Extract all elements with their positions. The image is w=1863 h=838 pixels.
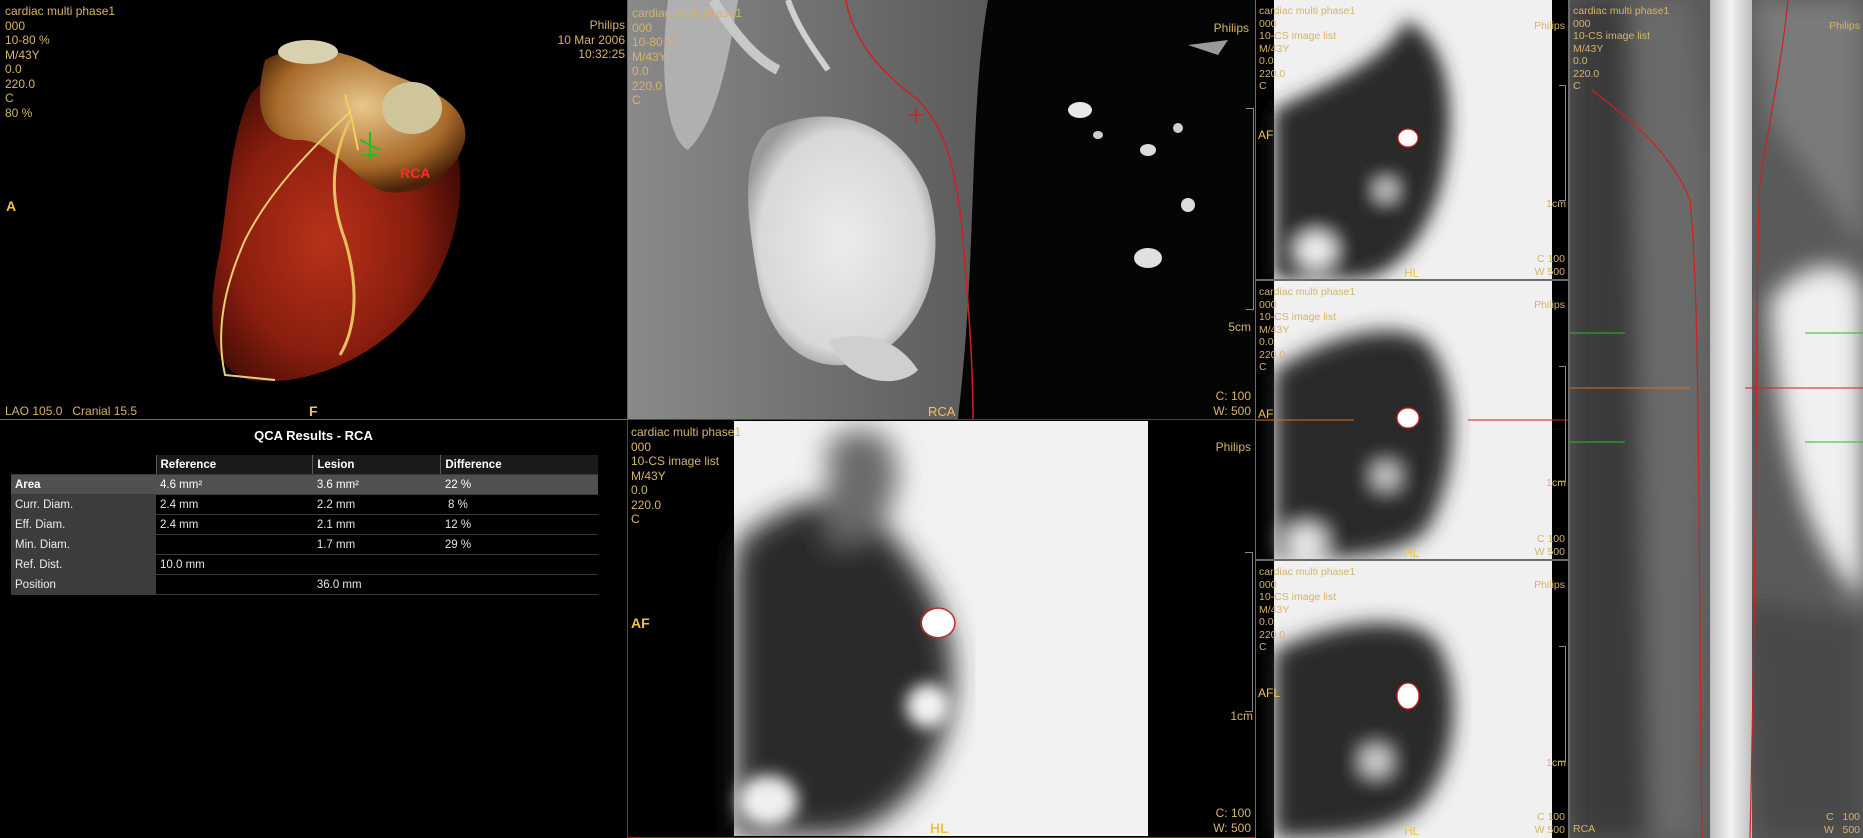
cs-main-info: cardiac multi phase1 000 10-CS image list … — [631, 425, 742, 526]
cpr-orient-bottom: RCA — [928, 404, 956, 419]
qca-col-difference: Difference — [440, 455, 598, 475]
cs-main-window: C: 100 W: 500 — [1213, 806, 1251, 835]
straight-info: cardiac multi phase1 000 10-CS image list … — [1573, 5, 1670, 92]
cs-main-scale-bar — [1245, 552, 1253, 712]
qca-results-table: Reference Lesion Difference Area 4.6 mm²… — [11, 455, 598, 595]
cs-small-viewport-2[interactable]: cardiac multi phase1 000 10-CS image list … — [1256, 281, 1568, 559]
cpr-window: C: 100 W: 500 — [1213, 389, 1251, 418]
qca-row-min-diam[interactable]: Min. Diam. 1.7 mm 29 % — [11, 534, 598, 555]
cs-main-orient-left: AF — [631, 615, 650, 631]
cs-small-scale-label-1: 1cm — [1546, 198, 1566, 210]
qca-header-row: Reference Lesion Difference — [11, 455, 598, 475]
cs-small-scale-label-2: 1cm — [1546, 477, 1566, 489]
cpr-scale-label: 5cm — [1228, 320, 1251, 334]
qca-row-position[interactable]: Position 36.0 mm — [11, 574, 598, 595]
qca-col-reference: Reference — [155, 455, 313, 475]
qca-title: QCA Results - RCA — [254, 428, 373, 443]
cs-small-vendor-2: Philips — [1534, 299, 1565, 311]
straight-orient-bottom: RCA — [1573, 823, 1596, 835]
qca-row-eff-diam[interactable]: Eff. Diam. 2.4 mm 2.1 mm 12 % — [11, 514, 598, 535]
vr-vendor-info: Philips 10 Mar 2006 10:32:25 — [557, 18, 625, 61]
cpr-info: cardiac multi phase1 000 10-80 % M/43Y 0.0 2… — [632, 6, 743, 107]
cpr-viewport[interactable]: cardiac multi phase1 000 10-80 % M/43Y 0.0 2… — [628, 0, 1255, 419]
cpr-scale-bar — [1246, 108, 1254, 310]
cs-main-vendor: Philips — [1215, 440, 1251, 454]
cs-small-window-2: C 100 W 500 — [1534, 533, 1565, 558]
cs-small-viewport-3[interactable]: cardiac multi phase1 000 10-CS image list … — [1256, 561, 1568, 838]
cs-small-vendor-3: Philips — [1534, 579, 1565, 591]
qca-row-area[interactable]: Area 4.6 mm² 3.6 mm² 22 % — [11, 474, 598, 495]
straightened-viewport[interactable]: cardiac multi phase1 000 10-CS image list … — [1570, 0, 1863, 838]
cs-small-orient-bottom-2: HL — [1404, 546, 1420, 559]
cs-small-window-3: C 100 W 500 — [1534, 811, 1565, 836]
cs-small-orient-bottom-1: HL — [1404, 266, 1420, 279]
cs-small-window-1: C 100 W 500 — [1534, 253, 1565, 278]
cs-small-scale-bar-1 — [1559, 85, 1566, 201]
cs-small-orient-left-3: AFL — [1258, 686, 1281, 700]
cs-small-scale-label-3: 1cm — [1546, 757, 1566, 769]
vr-viewport[interactable]: cardiac multi phase1 000 10-80 % M/43Y 0.0 2… — [0, 0, 627, 419]
cs-small-orient-bottom-3: HL — [1404, 824, 1420, 838]
vr-info: cardiac multi phase1 000 10-80 % M/43Y 0.0 2… — [5, 4, 116, 120]
cs-small-info-2: cardiac multi phase1 000 10-CS image list … — [1259, 286, 1356, 373]
cs-small-vendor-1: Philips — [1534, 20, 1565, 32]
cs-small-viewport-1[interactable]: cardiac multi phase1 000 10-CS image list … — [1256, 0, 1568, 279]
cs-small-info-3: cardiac multi phase1 000 10-CS image list … — [1259, 566, 1356, 653]
straight-vendor: Philips — [1829, 20, 1860, 32]
straightened-image — [1570, 0, 1863, 838]
vr-orient-left: A — [6, 198, 17, 214]
cs-main-scale-label: 1cm — [1230, 709, 1253, 723]
cs-small-info-1: cardiac multi phase1 000 10-CS image list … — [1259, 5, 1356, 92]
qca-col-lesion: Lesion — [312, 455, 441, 475]
cs-small-orient-left-2: AF — [1258, 407, 1274, 421]
vr-view-angle: LAO 105.0 Cranial 15.5 — [5, 404, 138, 418]
cpr-vendor: Philips — [1213, 21, 1249, 35]
vr-orient-bottom: F — [309, 403, 318, 419]
qca-row-curr-diam[interactable]: Curr. Diam. 2.4 mm 2.2 mm 8 % — [11, 494, 598, 515]
cs-main-orient-bottom: HL — [930, 820, 949, 836]
cs-small-orient-left-1: AF — [1258, 128, 1274, 142]
cs-small-scale-bar-3 — [1559, 646, 1566, 762]
cross-section-viewport[interactable]: cardiac multi phase1 000 10-CS image list … — [628, 421, 1255, 836]
vr-vessel-label: RCA — [400, 165, 431, 181]
cs-small-scale-bar-2 — [1559, 366, 1566, 482]
straight-window: C 100 W 500 — [1823, 811, 1860, 836]
qca-row-ref-dist[interactable]: Ref. Dist. 10.0 mm — [11, 554, 598, 575]
